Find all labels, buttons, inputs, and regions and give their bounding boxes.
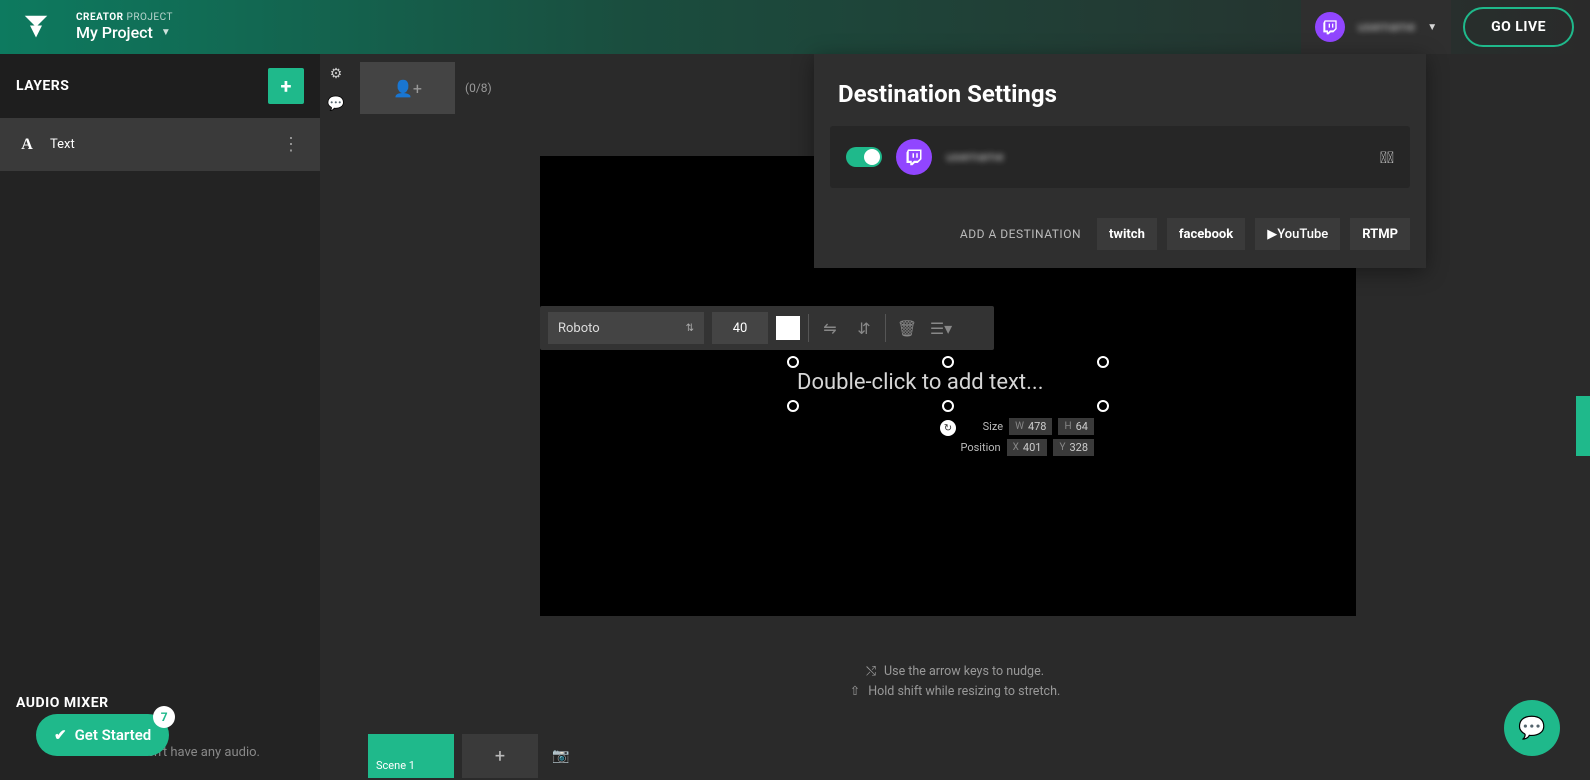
center-area: ⚙ 💬 👤+ (0/8) Roboto ⇅ ⇋ ⇵ 🗑 ☰▾ Double-cl…: [320, 54, 1590, 780]
creator-project-label: CREATOR PROJECT: [76, 12, 173, 23]
resize-handle[interactable]: [787, 400, 799, 412]
text-icon: A: [16, 134, 38, 156]
delete-icon[interactable]: 🗑: [894, 315, 920, 341]
resize-handle[interactable]: [1097, 400, 1109, 412]
pos-y: 328: [1069, 441, 1088, 454]
layer-item-text[interactable]: A Text ⋮: [0, 118, 320, 171]
topbar: CREATOR PROJECT My Project ▼ username ▼ …: [0, 0, 1590, 54]
destination-toggle[interactable]: [846, 147, 882, 167]
text-color-swatch[interactable]: [776, 316, 800, 340]
destination-settings-panel: Destination Settings username ✎⃞ ADD A D…: [814, 54, 1426, 268]
destination-row: username ✎⃞: [830, 126, 1410, 188]
flip-vertical-icon[interactable]: ⇵: [851, 315, 877, 341]
text-element-selection[interactable]: Double-click to add text... ↻: [793, 362, 1103, 406]
edit-destination-icon[interactable]: ✎⃞: [1380, 148, 1394, 167]
project-selector[interactable]: CREATOR PROJECT My Project ▼: [76, 12, 173, 42]
username[interactable]: username: [1357, 20, 1415, 35]
position-label: Position: [960, 441, 1000, 454]
right-drawer-tab[interactable]: [1576, 396, 1590, 456]
add-facebook-button[interactable]: facebook: [1167, 218, 1245, 250]
add-destination-label: ADD A DESTINATION: [960, 227, 1081, 241]
chevron-down-icon: ▼: [161, 27, 171, 38]
layers-title: LAYERS: [16, 78, 69, 94]
rotate-handle[interactable]: ↻: [940, 420, 956, 436]
add-youtube-button[interactable]: ▶ YouTube: [1255, 218, 1340, 250]
size-h: 64: [1076, 420, 1088, 433]
resize-handle[interactable]: [1097, 356, 1109, 368]
size-label: Size: [983, 420, 1003, 433]
app-logo[interactable]: [16, 7, 56, 47]
element-info: Size W478 H64 Position X401 Y328: [960, 418, 1094, 460]
resize-handle[interactable]: [942, 356, 954, 368]
flip-horizontal-icon[interactable]: ⇋: [817, 315, 843, 341]
add-rtmp-button[interactable]: RTMP: [1350, 218, 1410, 250]
text-placeholder[interactable]: Double-click to add text...: [797, 370, 1044, 395]
scene-bar: Scene 1 + 📷: [368, 732, 569, 780]
add-participant-icon: 👤+: [393, 79, 422, 98]
layer-label: Text: [50, 137, 75, 152]
font-select[interactable]: Roboto ⇅: [548, 312, 704, 344]
destination-account: username: [946, 150, 1004, 165]
settings-icon[interactable]: ⚙: [324, 62, 348, 86]
destination-settings-title: Destination Settings: [838, 80, 1402, 108]
twitch-icon: [896, 139, 932, 175]
project-name[interactable]: My Project ▼: [76, 23, 173, 42]
go-live-button[interactable]: GO LIVE: [1463, 7, 1574, 47]
add-layer-button[interactable]: +: [268, 68, 304, 104]
resize-handle[interactable]: [942, 400, 954, 412]
camera-icon[interactable]: 📷: [552, 748, 569, 764]
participant-count: (0/8): [465, 81, 492, 95]
participant-thumb[interactable]: 👤+: [360, 62, 455, 114]
pos-x: 401: [1023, 441, 1042, 454]
font-size-input[interactable]: [712, 312, 768, 344]
twitch-avatar-icon[interactable]: [1315, 12, 1345, 42]
add-scene-button[interactable]: +: [462, 734, 538, 778]
size-w: 478: [1028, 420, 1047, 433]
canvas-hints: ⤭Use the arrow keys to nudge. ⇧Hold shif…: [850, 662, 1061, 702]
select-arrows-icon: ⇅: [686, 323, 694, 334]
chat-icon[interactable]: 💬: [324, 92, 348, 116]
get-started-button[interactable]: ✔ Get Started: [36, 714, 169, 756]
left-panel: LAYERS + A Text ⋮ AUDIO MIXER This scene…: [0, 54, 320, 780]
help-chat-button[interactable]: 💬: [1504, 700, 1560, 756]
scene-tab[interactable]: Scene 1: [368, 734, 454, 778]
add-twitch-button[interactable]: twitch: [1097, 218, 1157, 250]
text-toolbar: Roboto ⇅ ⇋ ⇵ 🗑 ☰▾: [540, 306, 994, 350]
user-dropdown-icon[interactable]: ▼: [1427, 22, 1437, 33]
layer-menu-icon[interactable]: ⋮: [278, 130, 304, 159]
resize-handle[interactable]: [787, 356, 799, 368]
shift-key-icon: ⇧: [850, 682, 860, 702]
more-options-icon[interactable]: ☰▾: [928, 315, 954, 341]
check-icon: ✔: [54, 726, 67, 744]
arrows-icon: ⤭: [866, 662, 876, 682]
